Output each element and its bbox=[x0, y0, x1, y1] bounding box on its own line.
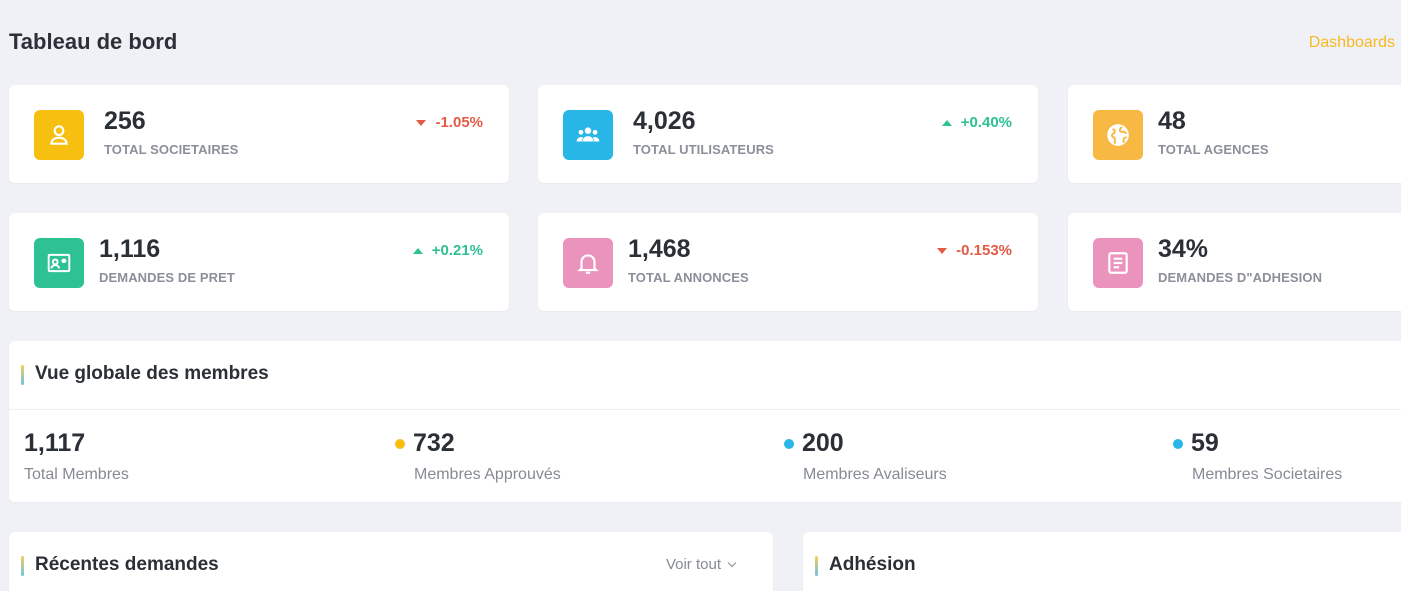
stat-change: +0.21% bbox=[412, 242, 483, 259]
breadcrumb[interactable]: Dashboards bbox=[1309, 34, 1395, 52]
overview-membres-approuves: 732 Membres Approuvés bbox=[395, 429, 561, 484]
stat-value: 34% bbox=[1158, 235, 1209, 263]
stat-change: -0.153% bbox=[937, 242, 1012, 259]
overview-total-membres: 1,117 Total Membres bbox=[24, 429, 129, 484]
stat-change: +0.40% bbox=[941, 114, 1012, 131]
globe-icon bbox=[1093, 110, 1143, 160]
dot-icon bbox=[1173, 438, 1183, 449]
stat-change: -1.05% bbox=[416, 114, 483, 131]
stat-value: 48 bbox=[1158, 107, 1186, 135]
overview-label: Membres Avaliseurs bbox=[803, 466, 947, 483]
bell-icon bbox=[563, 238, 613, 288]
stat-card-agences: 48 TOTAL AGENCES bbox=[1068, 85, 1401, 183]
overview-membres-societaires: 59 Membres Societaires bbox=[1173, 429, 1342, 484]
overview-value: 732 bbox=[395, 429, 561, 458]
overview-value: 59 bbox=[1173, 429, 1342, 458]
stat-label: DEMANDES D"ADHESION bbox=[1158, 270, 1323, 285]
overview-label: Membres Approuvés bbox=[414, 466, 561, 483]
stat-value: 1,116 bbox=[99, 235, 161, 263]
overview-title: Vue globale des membres bbox=[20, 363, 269, 385]
id-card-icon bbox=[34, 238, 84, 288]
members-overview-card: Vue globale des membres 1,117 Total Memb… bbox=[9, 341, 1401, 502]
overview-value: 200 bbox=[784, 429, 947, 458]
caret-down-icon bbox=[937, 247, 948, 254]
stat-card-annonces: 1,468 TOTAL ANNONCES -0.153% bbox=[538, 213, 1038, 311]
adhesion-panel: Adhésion bbox=[803, 532, 1401, 591]
stat-card-utilisateurs: 4,026 TOTAL UTILISATEURS +0.40% bbox=[538, 85, 1038, 183]
overview-label: Membres Societaires bbox=[1192, 466, 1343, 483]
stat-label: TOTAL UTILISATEURS bbox=[633, 142, 774, 157]
caret-up-icon bbox=[412, 247, 423, 254]
stat-card-societaires: 256 TOTAL SOCIETAIRES -1.05% bbox=[9, 85, 509, 183]
user-icon bbox=[34, 110, 84, 160]
overview-value: 1,117 bbox=[24, 429, 86, 457]
page-title: Tableau de bord bbox=[9, 29, 178, 54]
see-all-button[interactable]: Voir tout bbox=[666, 556, 737, 573]
recent-requests-panel: Récentes demandes Voir tout bbox=[9, 532, 773, 591]
divider bbox=[9, 409, 1401, 410]
overview-membres-avaliseurs: 200 Membres Avaliseurs bbox=[784, 429, 947, 484]
caret-up-icon bbox=[941, 119, 952, 126]
adhesion-title: Adhésion bbox=[814, 554, 916, 576]
stat-value: 4,026 bbox=[633, 107, 696, 135]
stat-label: DEMANDES DE PRET bbox=[99, 270, 235, 285]
recent-requests-title: Récentes demandes bbox=[20, 554, 219, 576]
stat-value: 1,468 bbox=[628, 235, 691, 263]
dot-icon bbox=[784, 438, 794, 449]
stat-card-adhesion: 34% DEMANDES D"ADHESION bbox=[1068, 213, 1401, 311]
stat-label: TOTAL SOCIETAIRES bbox=[104, 142, 239, 157]
stat-value: 256 bbox=[104, 107, 146, 135]
document-icon bbox=[1093, 238, 1143, 288]
caret-down-icon bbox=[416, 119, 427, 126]
chevron-down-icon bbox=[727, 558, 737, 567]
group-icon bbox=[563, 110, 613, 160]
overview-label: Total Membres bbox=[24, 466, 129, 483]
stat-label: TOTAL ANNONCES bbox=[628, 270, 749, 285]
stat-label: TOTAL AGENCES bbox=[1158, 142, 1269, 157]
dot-icon bbox=[395, 438, 405, 449]
stat-card-demandes-pret: 1,116 DEMANDES DE PRET +0.21% bbox=[9, 213, 509, 311]
